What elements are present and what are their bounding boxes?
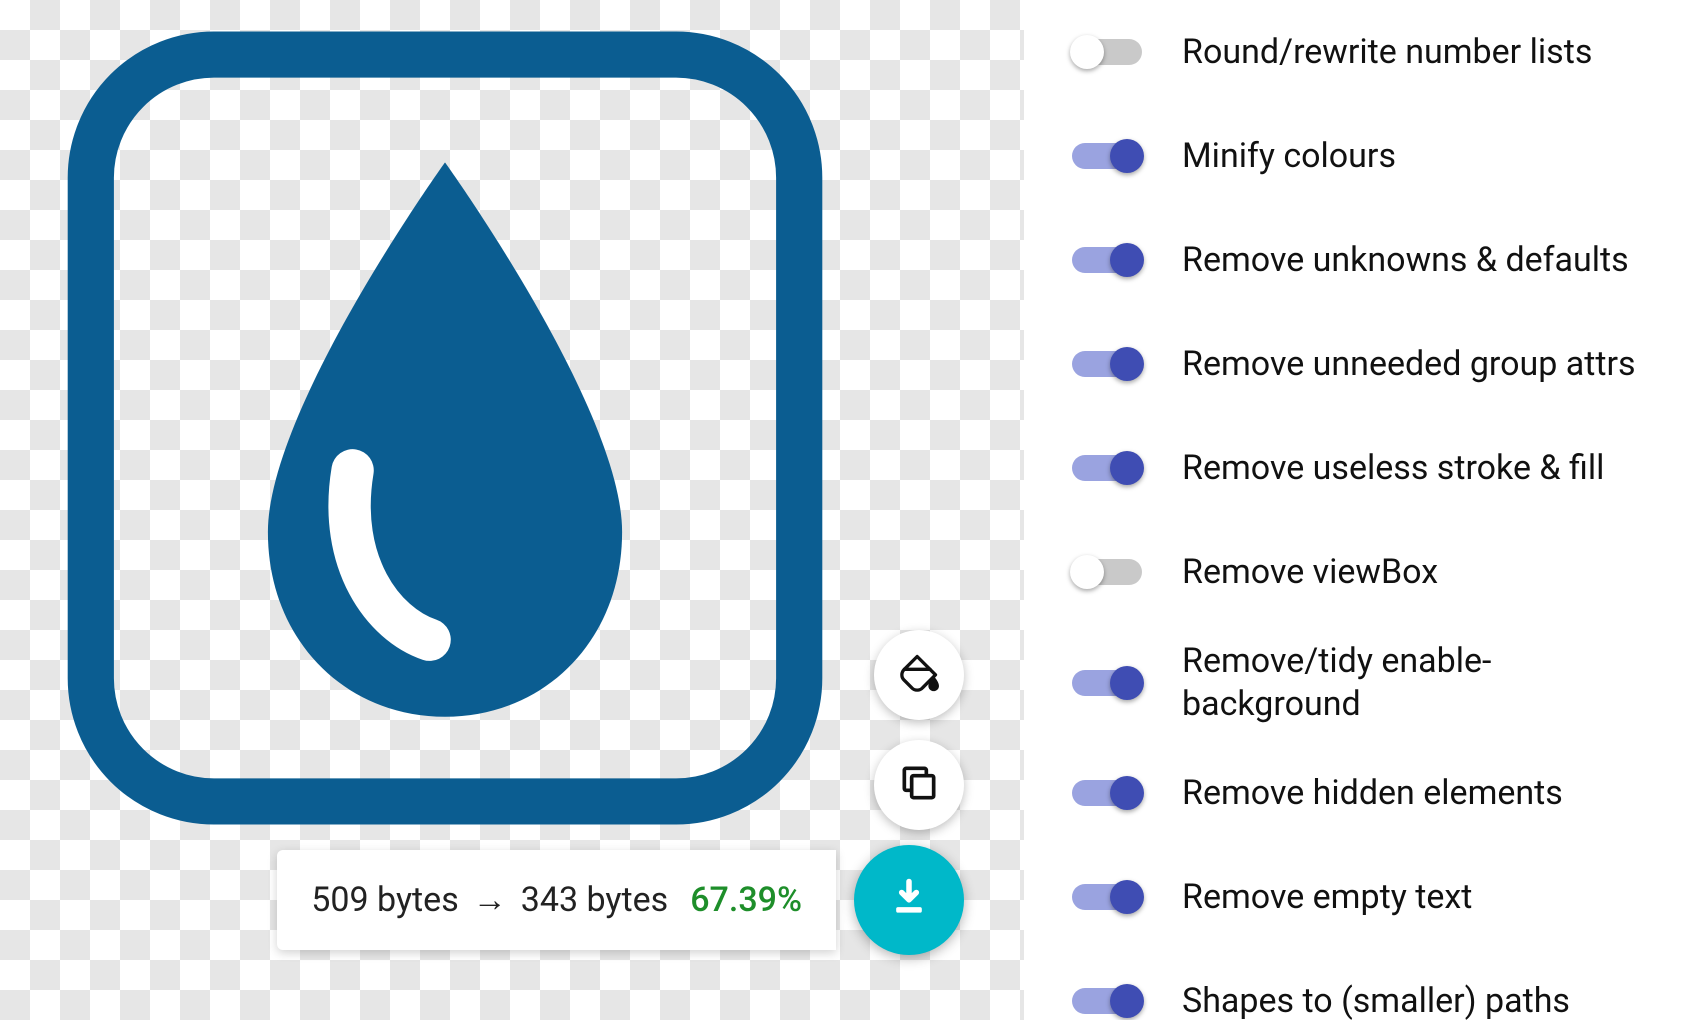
option-label: Remove/tidy enable-background — [1182, 640, 1642, 725]
options-sidebar[interactable]: Round/rewrite number lists Minify colours… — [1024, 0, 1682, 1020]
arrow-right-icon: → — [473, 880, 507, 920]
option-row: Remove useless stroke & fill — [1072, 416, 1642, 520]
option-row: Shapes to (smaller) paths — [1072, 949, 1642, 1020]
copy-icon — [897, 761, 941, 809]
preview-canvas[interactable]: 509 bytes → 343 bytes 67.39% — [0, 0, 1024, 1020]
option-label: Remove viewBox — [1182, 551, 1642, 594]
option-label: Remove useless stroke & fill — [1182, 447, 1642, 490]
background-fill-button[interactable] — [874, 630, 964, 720]
option-label: Remove empty text — [1182, 876, 1642, 919]
option-label: Minify colours — [1182, 135, 1642, 178]
size-status-text: 509 bytes → 343 bytes 67.39% — [277, 850, 836, 950]
copy-markup-button[interactable] — [874, 740, 964, 830]
option-toggle[interactable] — [1072, 143, 1142, 169]
option-row: Remove empty text — [1072, 845, 1642, 949]
option-row: Minify colours — [1072, 104, 1642, 208]
download-icon — [887, 876, 931, 924]
option-row: Remove unknowns & defaults — [1072, 208, 1642, 312]
option-toggle[interactable] — [1072, 780, 1142, 806]
option-toggle[interactable] — [1072, 559, 1142, 585]
water-drop-icon — [60, 18, 830, 838]
option-label: Shapes to (smaller) paths — [1182, 980, 1642, 1020]
option-toggle[interactable] — [1072, 39, 1142, 65]
size-status-bar: 509 bytes → 343 bytes 67.39% — [277, 850, 964, 950]
option-toggle[interactable] — [1072, 884, 1142, 910]
option-label: Remove unneeded group attrs — [1182, 343, 1642, 386]
option-label: Remove unknowns & defaults — [1182, 239, 1642, 282]
percent-saved: 67.39% — [690, 880, 802, 920]
before-size: 509 bytes — [311, 880, 458, 920]
option-toggle[interactable] — [1072, 351, 1142, 377]
option-row: Round/rewrite number lists — [1072, 0, 1642, 104]
option-toggle[interactable] — [1072, 247, 1142, 273]
option-row: Remove/tidy enable-background — [1072, 624, 1642, 741]
option-row: Remove hidden elements — [1072, 741, 1642, 845]
option-toggle[interactable] — [1072, 988, 1142, 1014]
option-label: Remove hidden elements — [1182, 772, 1642, 815]
svg-preview — [60, 18, 830, 838]
option-row: Remove viewBox — [1072, 520, 1642, 624]
option-toggle[interactable] — [1072, 670, 1142, 696]
option-label: Round/rewrite number lists — [1182, 31, 1642, 74]
download-button[interactable] — [854, 845, 964, 955]
paint-bucket-icon — [897, 651, 941, 699]
option-toggle[interactable] — [1072, 455, 1142, 481]
after-size: 343 bytes — [521, 880, 668, 920]
option-row: Remove unneeded group attrs — [1072, 312, 1642, 416]
